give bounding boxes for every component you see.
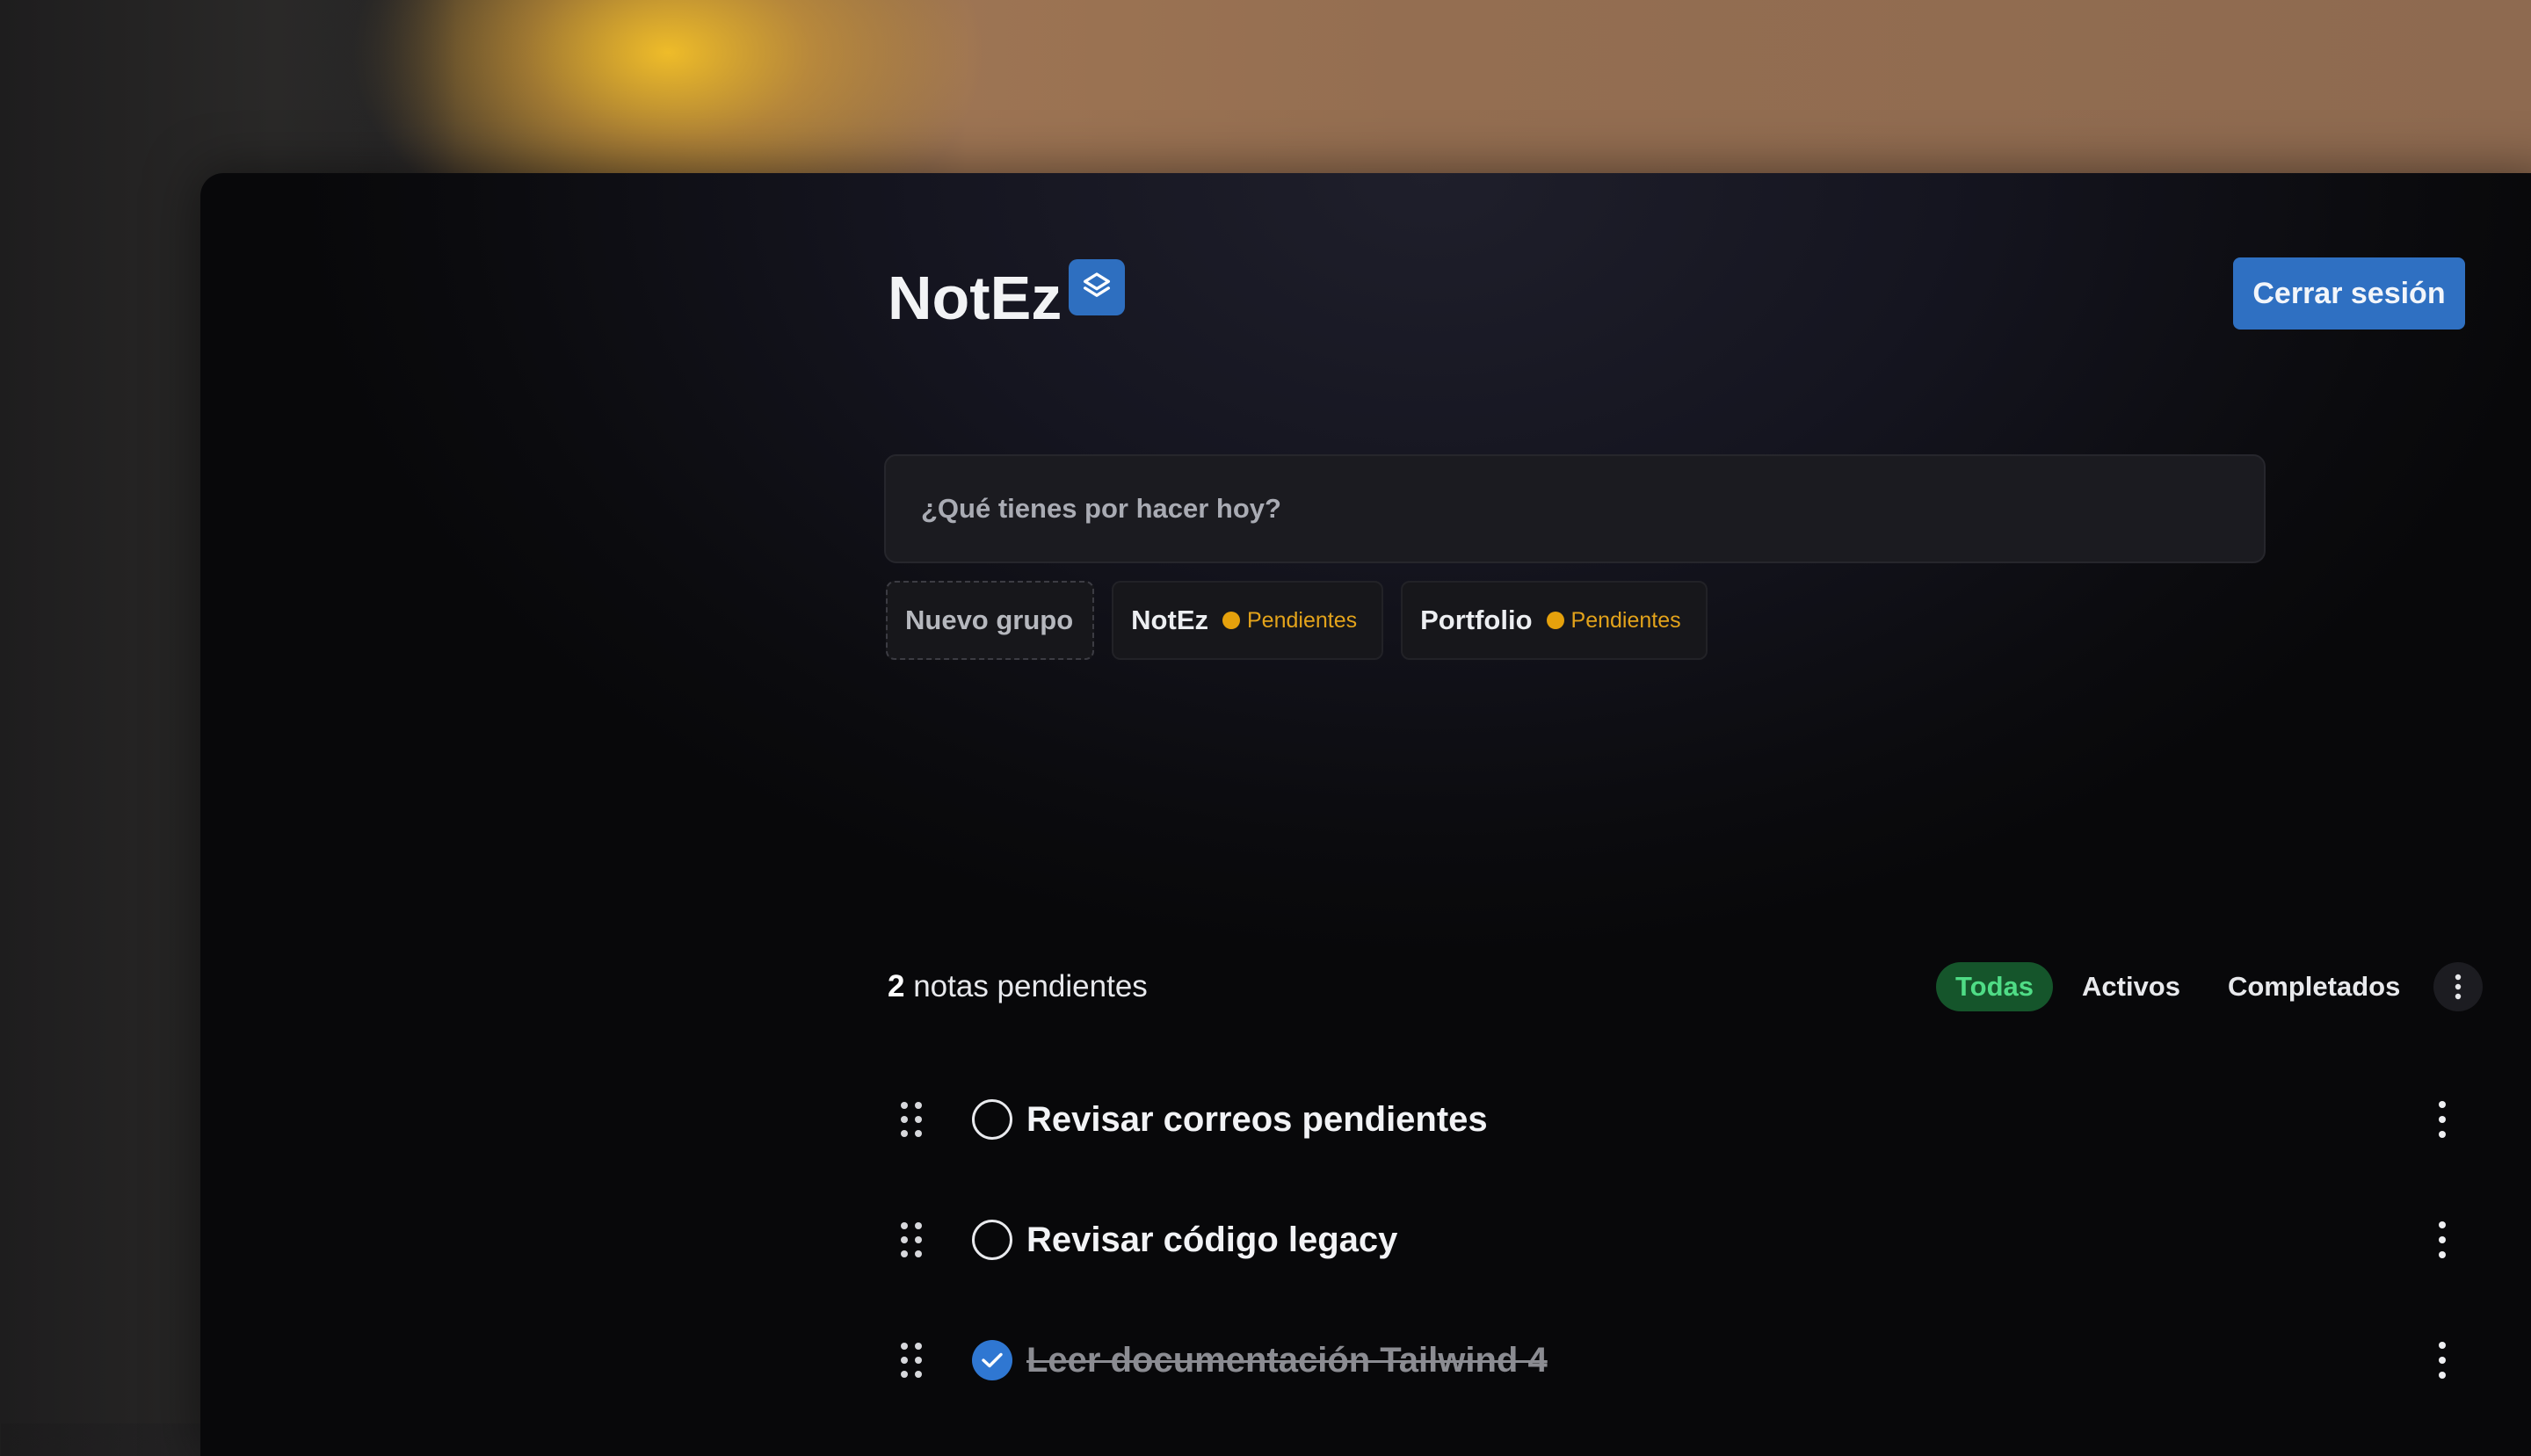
logout-button[interactable]: Cerrar sesión bbox=[2233, 257, 2465, 330]
more-vertical-icon[interactable] bbox=[2429, 1099, 2455, 1140]
todo-checkbox[interactable] bbox=[972, 1220, 1012, 1260]
group-name: NotEz bbox=[1131, 605, 1208, 635]
group-chips: Nuevo grupo NotEz Pendientes Portfolio P… bbox=[886, 581, 1708, 660]
todo-checkbox[interactable] bbox=[972, 1340, 1012, 1380]
filter-active[interactable]: Activos bbox=[2082, 971, 2180, 1003]
main-content: NotEz Cerrar sesión ¿Qué tienes por hace… bbox=[884, 173, 2484, 1456]
filter-all[interactable]: Todas bbox=[1936, 962, 2053, 1011]
new-task-input[interactable]: ¿Qué tienes por hacer hoy? bbox=[884, 454, 2266, 563]
todo-checkbox[interactable] bbox=[972, 1099, 1012, 1140]
check-icon bbox=[982, 1352, 1003, 1368]
pending-dot-icon bbox=[1222, 612, 1240, 629]
drag-handle-icon[interactable] bbox=[900, 1221, 923, 1258]
todo-item[interactable]: Revisar código legacy bbox=[888, 1200, 2466, 1279]
todo-text: Leer documentación Tailwind 4 bbox=[1026, 1341, 1548, 1380]
new-task-placeholder: ¿Qué tienes por hacer hoy? bbox=[921, 493, 1281, 524]
group-chip-notez[interactable]: NotEz Pendientes bbox=[1112, 581, 1384, 660]
brand: NotEz bbox=[888, 259, 1126, 332]
list-header: 2 notas pendientes Todas Activos Complet… bbox=[888, 962, 2484, 1011]
group-status: Pendientes bbox=[1570, 607, 1681, 633]
new-group-button[interactable]: Nuevo grupo bbox=[886, 581, 1095, 660]
stack-layers-icon bbox=[1069, 259, 1126, 315]
app-window: NotEz Cerrar sesión ¿Qué tienes por hace… bbox=[200, 173, 2531, 1456]
pending-count-label: notas pendientes bbox=[904, 969, 1148, 1003]
pending-dot-icon bbox=[1546, 612, 1564, 629]
filter-tabs: Todas Activos Completados bbox=[1936, 962, 2484, 1011]
drag-handle-icon[interactable] bbox=[900, 1101, 923, 1138]
more-vertical-icon[interactable] bbox=[2429, 1220, 2455, 1260]
todo-item[interactable]: Leer documentación Tailwind 4 bbox=[888, 1321, 2466, 1400]
pending-count-number: 2 bbox=[888, 969, 905, 1003]
group-status: Pendientes bbox=[1247, 607, 1358, 633]
drag-handle-icon[interactable] bbox=[900, 1342, 923, 1379]
pending-count: 2 notas pendientes bbox=[888, 969, 1148, 1004]
todo-text: Revisar correos pendientes bbox=[1026, 1100, 1488, 1139]
todo-text: Revisar código legacy bbox=[1026, 1221, 1398, 1259]
group-chip-portfolio[interactable]: Portfolio Pendientes bbox=[1401, 581, 1708, 660]
filter-completed[interactable]: Completados bbox=[2228, 971, 2400, 1003]
more-vertical-icon[interactable] bbox=[2429, 1340, 2455, 1380]
group-name: Portfolio bbox=[1420, 605, 1533, 635]
todo-item[interactable]: Revisar correos pendientes bbox=[888, 1080, 2466, 1159]
app-title: NotEz bbox=[888, 264, 1062, 332]
more-vertical-icon[interactable] bbox=[2433, 962, 2484, 1011]
